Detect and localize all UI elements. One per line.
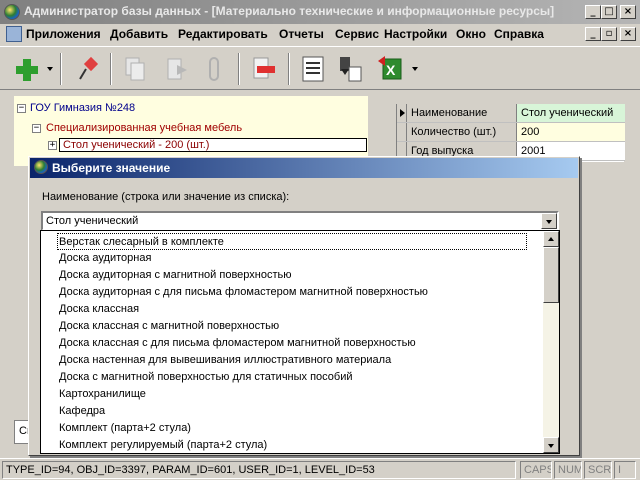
toolbar: X xyxy=(0,46,640,90)
list-item[interactable]: Доска аудиторная с магнитной поверхность… xyxy=(59,267,291,284)
status-caps: CAPS xyxy=(520,461,552,479)
row-indicator xyxy=(397,123,407,141)
chevron-down-icon xyxy=(546,220,552,224)
child-close-button[interactable]: × xyxy=(620,27,636,41)
list-item[interactable]: Картохранилище xyxy=(59,386,146,403)
move-button[interactable] xyxy=(163,53,193,85)
maximize-button[interactable]: □ xyxy=(601,5,617,19)
list-item[interactable]: Верстак слесарный в комплекте xyxy=(57,233,527,250)
attach-button[interactable] xyxy=(200,53,230,85)
delete-button[interactable] xyxy=(248,53,278,85)
property-grid: Наименование Стол ученический Количество… xyxy=(396,104,625,162)
add-dropdown-arrow[interactable] xyxy=(47,67,53,71)
child-restore-button[interactable]: ▫ xyxy=(601,27,617,41)
excel-icon: X xyxy=(378,56,402,80)
grid-value-cell[interactable]: Стол ученический xyxy=(517,104,625,122)
toolbar-separator xyxy=(60,53,62,85)
collapse-icon[interactable]: − xyxy=(32,124,41,133)
list-scrollbar[interactable] xyxy=(543,231,559,453)
minimize-button[interactable]: _ xyxy=(585,5,601,19)
child-minimize-button[interactable]: _ xyxy=(585,27,601,41)
dialog-title-bar: Выберите значение xyxy=(30,158,578,178)
report-button[interactable] xyxy=(298,53,328,85)
export-dropdown-arrow[interactable] xyxy=(412,67,418,71)
list-item[interactable]: Доска с магнитной поверхностью для стати… xyxy=(59,369,353,386)
pin-icon xyxy=(79,56,99,80)
list-item[interactable]: Комплект (парта+2 стула) xyxy=(59,420,191,437)
grid-row[interactable]: Количество (шт.) 200 xyxy=(397,123,625,142)
status-bar: TYPE_ID=94, OBJ_ID=3397, PARAM_ID=601, U… xyxy=(0,458,640,480)
menu-item-service[interactable]: Сервис xyxy=(335,27,379,41)
toolbar-separator xyxy=(110,53,112,85)
chevron-up-icon xyxy=(548,237,554,241)
menu-item-edit[interactable]: Редактировать xyxy=(178,27,268,41)
paperclip-icon xyxy=(209,57,219,81)
name-combobox[interactable]: Стол ученический xyxy=(41,211,559,231)
tree-node-root[interactable]: ГОУ Гимназия №248 xyxy=(30,102,135,114)
grid-name-cell: Количество (шт.) xyxy=(407,123,517,141)
menu-item-reports[interactable]: Отчеты xyxy=(279,27,324,41)
menu-item-settings[interactable]: Настройки xyxy=(384,27,447,41)
copy-button[interactable] xyxy=(120,53,150,85)
copy-icon xyxy=(125,57,145,81)
app-icon xyxy=(4,4,20,20)
pin-button[interactable] xyxy=(74,53,104,85)
tree-node-category[interactable]: Специализированная учебная мебель xyxy=(46,122,242,134)
list-item[interactable]: Комплект регулируемый (парта+2 стула) xyxy=(59,437,267,453)
menu-item-applications[interactable]: Приложения xyxy=(26,27,101,41)
list-item[interactable]: Доска аудиторная xyxy=(59,250,151,267)
minus-icon xyxy=(253,57,275,79)
expand-icon[interactable]: + xyxy=(48,141,57,150)
collapse-icon[interactable]: − xyxy=(17,104,26,113)
combobox-value[interactable]: Стол ученический xyxy=(46,215,138,227)
close-button[interactable]: × xyxy=(620,5,636,19)
status-ins: I xyxy=(614,461,636,479)
row-indicator xyxy=(397,104,407,122)
window-title: Администратор базы данных - [Материально… xyxy=(24,4,555,18)
status-scrl: SCRL xyxy=(584,461,612,479)
excel-export-button[interactable]: X xyxy=(375,53,405,85)
status-num: NUM xyxy=(554,461,582,479)
menu-item-add[interactable]: Добавить xyxy=(110,27,168,41)
toolbar-separator xyxy=(288,53,290,85)
chevron-down-icon xyxy=(548,444,554,448)
list-item[interactable]: Доска настенная для вывешивания иллюстра… xyxy=(59,352,391,369)
menu-bar: Приложения Добавить Редактировать Отчеты… xyxy=(0,24,640,44)
tree-node-selected[interactable]: Стол ученический - 200 (шт.) xyxy=(59,138,367,152)
svg-text:X: X xyxy=(386,62,396,78)
app-icon xyxy=(34,160,48,174)
status-info: TYPE_ID=94, OBJ_ID=3397, PARAM_ID=601, U… xyxy=(2,461,516,479)
document-list-icon xyxy=(302,56,324,82)
combobox-dropdown-button[interactable] xyxy=(541,213,557,229)
title-bar: Администратор базы данных - [Материально… xyxy=(0,0,640,24)
document-icon[interactable] xyxy=(6,26,22,42)
download-icon xyxy=(340,57,362,82)
arrow-right-icon xyxy=(167,58,187,80)
dialog-field-label: Наименование (строка или значение из спи… xyxy=(42,191,290,203)
list-item[interactable]: Доска классная с магнитной поверхностью xyxy=(59,318,279,335)
scroll-down-button[interactable] xyxy=(543,437,559,453)
download-button[interactable] xyxy=(335,53,365,85)
grid-name-cell: Наименование xyxy=(407,104,517,122)
toolbar-separator xyxy=(238,53,240,85)
list-item[interactable]: Доска классная с для письма фломастером … xyxy=(59,335,416,352)
scroll-up-button[interactable] xyxy=(543,231,559,247)
dialog-title: Выберите значение xyxy=(52,161,171,175)
list-item[interactable]: Доска аудиторная с для письма фломастеро… xyxy=(59,284,428,301)
grid-value-cell[interactable]: 200 xyxy=(517,123,625,141)
dropdown-list[interactable]: Верстак слесарный в комплекте Доска ауди… xyxy=(40,230,560,454)
plus-icon xyxy=(16,59,38,81)
menu-item-help[interactable]: Справка xyxy=(494,27,544,41)
menu-item-window[interactable]: Окно xyxy=(456,27,486,41)
list-item[interactable]: Кафедра xyxy=(59,403,105,420)
add-button[interactable] xyxy=(12,53,42,85)
list-item[interactable]: Доска классная xyxy=(59,301,139,318)
scroll-thumb[interactable] xyxy=(543,247,559,303)
grid-row[interactable]: Наименование Стол ученический xyxy=(397,104,625,123)
